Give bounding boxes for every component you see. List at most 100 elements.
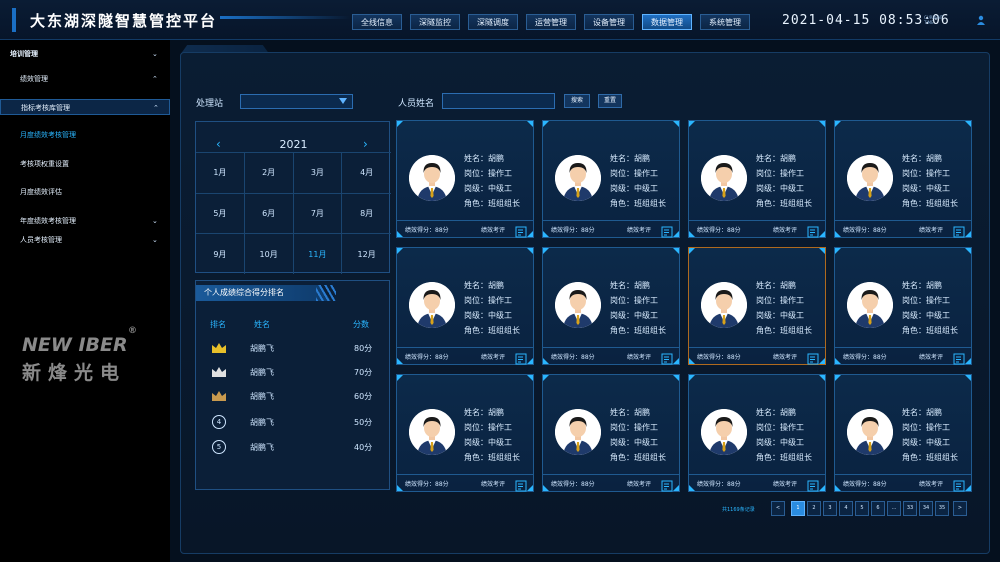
- employee-card[interactable]: 姓名：胡鹏 岗位：操作工 岗级：中级工 角色：班组组长 绩效得分：88分 绩效考…: [542, 247, 680, 365]
- employee-card[interactable]: 姓名：胡鹏 岗位：操作工 岗级：中级工 角色：班组组长 绩效得分：88分 绩效考…: [834, 374, 972, 492]
- month-cell[interactable]: 5月: [196, 192, 245, 234]
- nav-tab-equipment[interactable]: 设备管理: [584, 14, 634, 30]
- person-avatar-icon: [701, 409, 747, 455]
- month-cell[interactable]: 12月: [342, 233, 391, 274]
- nav-tab-overview[interactable]: 全线信息: [352, 14, 402, 30]
- employee-card[interactable]: 姓名：胡鹏 岗位：操作工 岗级：中级工 角色：班组组长 绩效得分：88分 绩效考…: [542, 374, 680, 492]
- evaluate-link[interactable]: 绩效考评: [627, 479, 651, 488]
- nav-tab-operations[interactable]: 运营管理: [526, 14, 576, 30]
- pagination-page-button[interactable]: 3: [823, 501, 837, 516]
- employee-post: 岗位：操作工: [902, 423, 950, 432]
- reset-button[interactable]: 重置: [598, 94, 622, 108]
- evaluate-icon[interactable]: [953, 350, 965, 365]
- evaluate-icon[interactable]: [953, 477, 965, 492]
- card-footer: 绩效得分：88分 绩效考评: [835, 347, 971, 365]
- employee-card[interactable]: 姓名：胡鹏 岗位：操作工 岗级：中级工 角色：班组组长 绩效得分：88分 绩效考…: [396, 120, 534, 238]
- user-icon[interactable]: [976, 15, 986, 25]
- evaluate-link[interactable]: 绩效考评: [481, 479, 505, 488]
- month-cell[interactable]: 8月: [342, 192, 391, 234]
- pagination-next-button[interactable]: >: [953, 501, 967, 516]
- corner-decoration: [819, 248, 825, 254]
- evaluate-icon[interactable]: [515, 477, 527, 492]
- employee-card[interactable]: 姓名：胡鹏 岗位：操作工 岗级：中级工 角色：班组组长 绩效得分：88分 绩效考…: [396, 247, 534, 365]
- performance-score: 绩效得分：88分: [843, 227, 887, 234]
- rank-number-badge: 4: [212, 415, 226, 429]
- pagination-page-button[interactable]: 5: [855, 501, 869, 516]
- employee-role: 角色：班组组长: [464, 326, 520, 335]
- evaluate-icon[interactable]: [953, 223, 965, 238]
- sidebar-item-personnel-assessment[interactable]: 人员考核管理 ⌄: [0, 232, 170, 248]
- employee-card[interactable]: 姓名：胡鹏 岗位：操作工 岗级：中级工 角色：班组组长 绩效得分：88分 绩效考…: [688, 120, 826, 238]
- evaluate-icon[interactable]: [661, 477, 673, 492]
- pagination-page-button[interactable]: 2: [807, 501, 821, 516]
- month-cell[interactable]: 7月: [293, 192, 343, 234]
- pagination-page-button[interactable]: …: [887, 501, 901, 516]
- sidebar-item-training[interactable]: 培训管理 ⌄: [0, 46, 170, 62]
- ranking-score: 40分: [354, 443, 373, 452]
- month-cell[interactable]: 6月: [244, 192, 294, 234]
- evaluate-icon[interactable]: [661, 223, 673, 238]
- evaluate-link[interactable]: 绩效考评: [773, 225, 797, 234]
- pagination-page-button[interactable]: 1: [791, 501, 805, 516]
- sidebar-item-weight-settings[interactable]: 考核项权重设置: [0, 156, 170, 172]
- evaluate-icon[interactable]: [807, 223, 819, 238]
- sidebar-item-label: 考核项权重设置: [20, 160, 69, 168]
- corner-decoration: [397, 375, 403, 381]
- evaluate-icon[interactable]: [515, 350, 527, 365]
- employee-card[interactable]: 姓名：胡鹏 岗位：操作工 岗级：中级工 角色：班组组长 绩效得分：88分 绩效考…: [688, 247, 826, 365]
- search-button[interactable]: 搜索: [564, 94, 590, 108]
- month-cell[interactable]: 10月: [244, 233, 294, 274]
- person-avatar-icon: [555, 282, 601, 328]
- month-cell[interactable]: 11月: [293, 233, 343, 274]
- corner-decoration: [835, 121, 841, 127]
- station-select[interactable]: [240, 94, 353, 109]
- evaluate-icon[interactable]: [807, 477, 819, 492]
- month-cell[interactable]: 1月: [196, 152, 245, 193]
- pagination-page-button[interactable]: 34: [919, 501, 933, 516]
- evaluate-icon[interactable]: [515, 223, 527, 238]
- evaluate-link[interactable]: 绩效考评: [481, 352, 505, 361]
- corner-decoration: [819, 121, 825, 127]
- evaluate-link[interactable]: 绩效考评: [919, 225, 943, 234]
- pagination-page-button[interactable]: 35: [935, 501, 949, 516]
- sidebar-item-monthly-assessment[interactable]: 月度绩效考核管理: [0, 127, 170, 143]
- nav-tab-monitor[interactable]: 深隧监控: [410, 14, 460, 30]
- corner-decoration: [527, 248, 533, 254]
- sidebar-item-indicator-library[interactable]: 指标考核库管理 ⌃: [0, 99, 170, 115]
- employee-card[interactable]: 姓名：胡鹏 岗位：操作工 岗级：中级工 角色：班组组长 绩效得分：88分 绩效考…: [542, 120, 680, 238]
- employee-card[interactable]: 姓名：胡鹏 岗位：操作工 岗级：中级工 角色：班组组长 绩效得分：88分 绩效考…: [688, 374, 826, 492]
- month-cell[interactable]: 2月: [244, 152, 294, 193]
- evaluate-icon[interactable]: [807, 350, 819, 365]
- employee-card[interactable]: 姓名：胡鹏 岗位：操作工 岗级：中级工 角色：班组组长 绩效得分：88分 绩效考…: [834, 247, 972, 365]
- month-cell[interactable]: 4月: [342, 152, 391, 193]
- pagination-page-button[interactable]: 6: [871, 501, 885, 516]
- employee-card[interactable]: 姓名：胡鹏 岗位：操作工 岗级：中级工 角色：班组组长 绩效得分：88分 绩效考…: [396, 374, 534, 492]
- name-input[interactable]: [442, 93, 555, 109]
- pagination-page-button[interactable]: 4: [839, 501, 853, 516]
- performance-score: 绩效得分：88分: [405, 354, 449, 361]
- nav-tab-data[interactable]: 数据管理: [642, 14, 692, 30]
- sidebar-item-performance[interactable]: 绩效管理 ⌃: [0, 71, 170, 87]
- sidebar-item-annual-assessment[interactable]: 年度绩效考核管理 ⌄: [0, 213, 170, 229]
- pagination-prev-button[interactable]: <: [771, 501, 785, 516]
- employee-card[interactable]: 姓名：胡鹏 岗位：操作工 岗级：中级工 角色：班组组长 绩效得分：88分 绩效考…: [834, 120, 972, 238]
- pagination-page-button[interactable]: 33: [903, 501, 917, 516]
- next-year-icon[interactable]: ›: [363, 137, 368, 151]
- employee-name: 姓名：胡鹏: [902, 281, 942, 290]
- evaluate-link[interactable]: 绩效考评: [481, 225, 505, 234]
- evaluate-link[interactable]: 绩效考评: [627, 352, 651, 361]
- month-cell[interactable]: 3月: [293, 152, 343, 193]
- corner-decoration: [543, 248, 549, 254]
- evaluate-link[interactable]: 绩效考评: [919, 479, 943, 488]
- evaluate-link[interactable]: 绩效考评: [919, 352, 943, 361]
- nav-tab-dispatch[interactable]: 深隧调度: [468, 14, 518, 30]
- nav-tab-system[interactable]: 系统管理: [700, 14, 750, 30]
- month-cell[interactable]: 9月: [196, 233, 245, 274]
- evaluate-icon[interactable]: [661, 350, 673, 365]
- evaluate-link[interactable]: 绩效考评: [627, 225, 651, 234]
- sidebar-item-monthly-evaluation[interactable]: 月度绩效评估: [0, 184, 170, 200]
- avatar: [701, 409, 747, 455]
- evaluate-link[interactable]: 绩效考评: [773, 352, 797, 361]
- ranking-name: 胡鹏飞: [250, 443, 274, 452]
- evaluate-link[interactable]: 绩效考评: [773, 479, 797, 488]
